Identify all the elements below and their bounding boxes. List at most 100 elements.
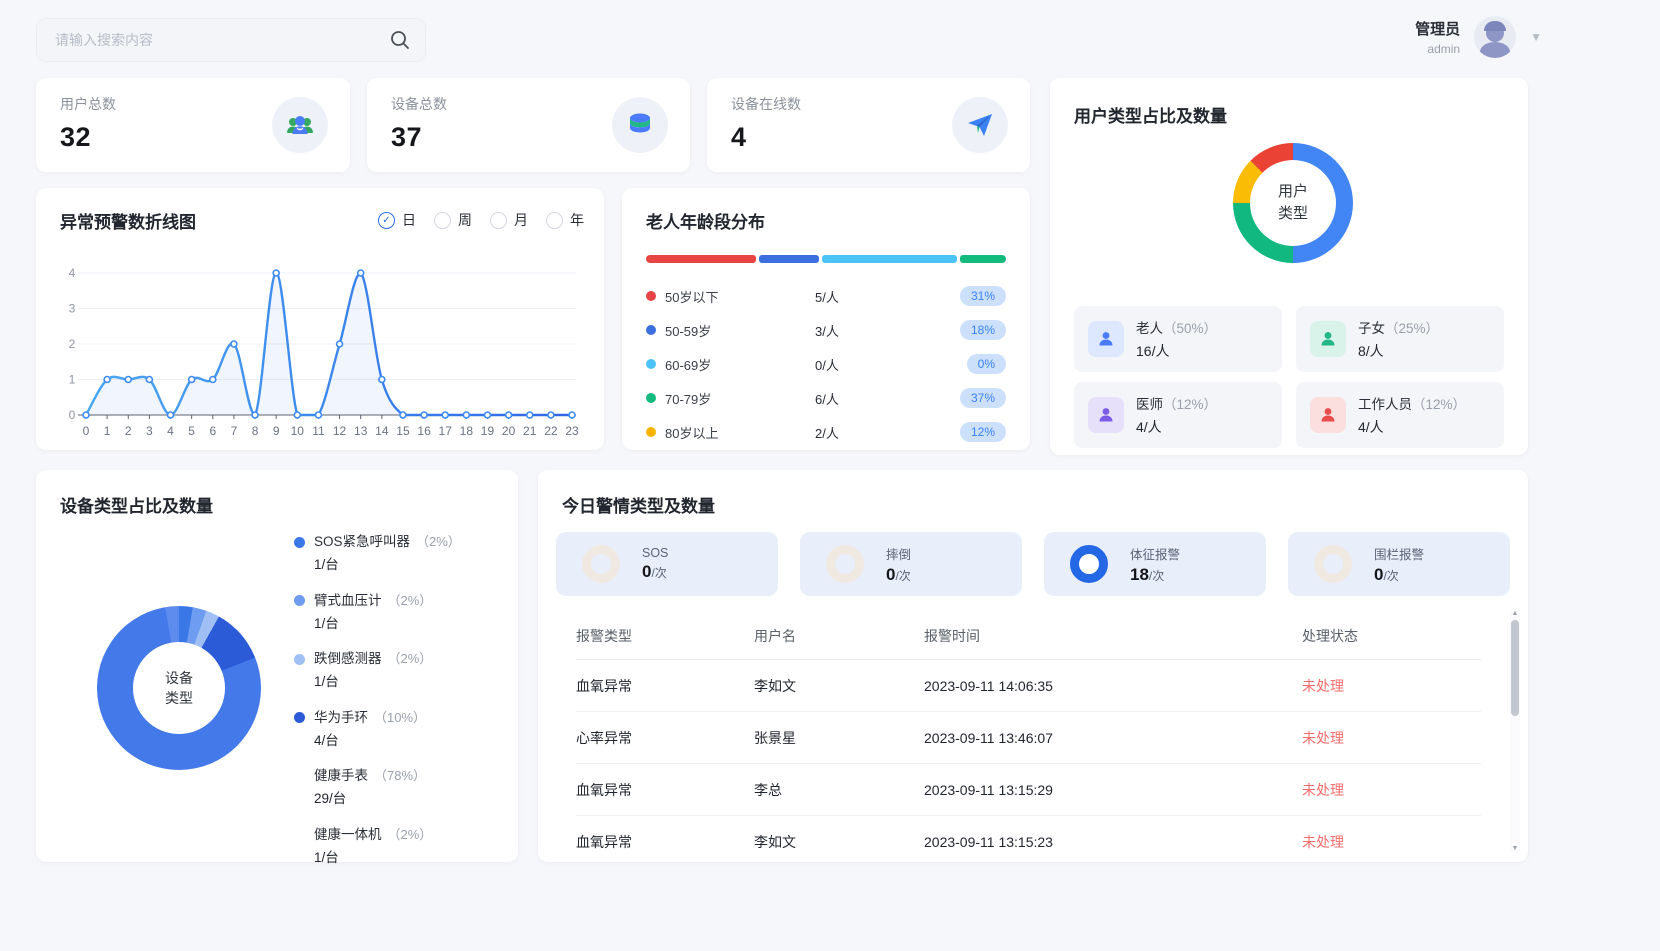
table-header-cell: 报警时间 <box>924 626 1302 646</box>
device-legend-label: 健康手表 <box>314 766 368 786</box>
legend-dot-icon <box>646 393 656 403</box>
dashboard: 管理员 admin ▼ 用户总数 32 设备总数 37 <box>0 0 1660 951</box>
age-bar-segment <box>960 255 1006 263</box>
radio-circle-icon <box>546 212 563 229</box>
radio-week[interactable]: 周 <box>434 210 472 230</box>
user-type-legend: 老人（50%） 16/人 子女（25%）8/人医师（12%） 4/人 工作人员（12%）… <box>1074 306 1504 448</box>
device-legend-line: 华为手环（10%） <box>294 708 461 728</box>
legend-dot-icon <box>646 291 656 301</box>
age-bar-segment <box>822 255 957 263</box>
user-legend-count: 16/人 <box>1136 341 1217 361</box>
user-legend-count: 4/人 <box>1136 417 1217 437</box>
age-count: 2/人 <box>815 423 925 442</box>
database-icon <box>624 109 656 141</box>
alarm-type-card[interactable]: 体征报警18/次 <box>1044 532 1266 596</box>
device-legend-percent: （2%） <box>388 649 433 669</box>
alarm-type-card[interactable]: 围栏报警0/次 <box>1288 532 1510 596</box>
alarm-type-value: 0/次 <box>886 565 911 585</box>
cell-status-badge: 未处理 <box>1302 728 1442 748</box>
radio-year[interactable]: 年 <box>546 210 584 230</box>
user-legend-label: 老人（50%） <box>1136 317 1217 337</box>
user-legend-item[interactable]: 医师（12%） 4/人 <box>1074 382 1282 448</box>
svg-text:11: 11 <box>312 424 325 438</box>
table-row[interactable]: 血氧异常李如文2023-09-11 14:06:35未处理 <box>576 660 1481 712</box>
cell-status-badge: 未处理 <box>1302 676 1442 696</box>
svg-text:0: 0 <box>83 424 90 438</box>
device-legend-percent: （10%） <box>374 708 426 728</box>
age-row: 80岁以上2/人12% <box>646 415 1006 449</box>
device-legend-item[interactable]: 跌倒感测器（2%）1/台 <box>294 649 461 693</box>
admin-role: 管理员 <box>1415 18 1460 39</box>
device-type-panel: 设备类型占比及数量 设备 类型 SOS紧急呼叫器（2%）1/台臂式血压计（2%）… <box>36 470 518 862</box>
alarm-chip-text: 摔倒 0/次 <box>886 544 911 585</box>
device-legend-item[interactable]: SOS紧急呼叫器（2%）1/台 <box>294 532 461 576</box>
device-legend-item[interactable]: 健康手表（78%）29/台 <box>294 766 461 810</box>
table-row[interactable]: 血氧异常李如文2023-09-11 13:15:23未处理 <box>576 816 1481 862</box>
svg-text:21: 21 <box>523 424 537 438</box>
radio-circle-icon <box>490 212 507 229</box>
svg-text:13: 13 <box>354 424 368 438</box>
user-legend-text: 工作人员（12%）4/人 <box>1358 393 1466 437</box>
device-legend-line: 健康一体机（2%） <box>294 825 461 845</box>
radio-checked-icon: ✓ <box>378 212 395 229</box>
age-percent-badge: 18% <box>960 320 1006 340</box>
donut-center-label: 类型 <box>1278 203 1308 225</box>
table-scrollbar[interactable]: ▲ ▼ <box>1510 608 1520 854</box>
device-legend-percent: （2%） <box>388 591 433 611</box>
device-legend-percent: （2%） <box>416 532 461 552</box>
users-icon <box>284 109 316 141</box>
scroll-down-icon[interactable]: ▼ <box>1510 845 1520 852</box>
device-legend-label: 健康一体机 <box>314 825 382 845</box>
scrollbar-thumb[interactable] <box>1511 620 1519 716</box>
search-icon[interactable] <box>389 29 411 51</box>
svg-text:18: 18 <box>460 424 474 438</box>
age-rows: 50岁以下5/人31%50-59岁3/人18%60-69岁0/人0%70-79岁… <box>646 279 1006 449</box>
device-legend-line: SOS紧急呼叫器 （2%） <box>294 532 461 552</box>
legend-dot-icon <box>294 712 305 723</box>
device-legend-line: 臂式血压计（2%） <box>294 591 461 611</box>
device-legend-label: SOS紧急呼叫器 <box>314 532 410 552</box>
user-legend-label: 医师（12%） <box>1136 393 1217 413</box>
device-legend-count: 29/台 <box>314 789 461 809</box>
alarm-type-card[interactable]: SOS0/次 <box>556 532 778 596</box>
svg-text:15: 15 <box>396 424 410 438</box>
avatar[interactable] <box>1474 16 1516 58</box>
alarm-type-card[interactable]: 摔倒 0/次 <box>800 532 1022 596</box>
user-legend-item[interactable]: 老人（50%） 16/人 <box>1074 306 1282 372</box>
device-legend-item[interactable]: 臂式血压计（2%） 1/台 <box>294 591 461 635</box>
today-alarm-panel: 今日警情类型及数量 SOS0/次摔倒0/次体征报警18/次围栏报警0/次 报警类… <box>538 470 1528 862</box>
table-row[interactable]: 血氧异常李总2023-09-11 13:15:29未处理 <box>576 764 1481 816</box>
svg-text:4: 4 <box>69 266 76 280</box>
radio-month[interactable]: 月 <box>490 210 528 230</box>
alarm-type-label: 摔倒 <box>886 544 911 563</box>
person-icon <box>1310 397 1346 433</box>
paper-plane-icon <box>964 109 996 141</box>
search-box <box>36 18 426 62</box>
device-legend-item[interactable]: 健康一体机（2%）1/台 <box>294 825 461 869</box>
alarm-chip-text: 围栏报警0/次 <box>1374 544 1424 585</box>
device-legend-count: 1/台 <box>314 614 461 634</box>
donut-center-label: 类型 <box>165 688 193 708</box>
svg-text:7: 7 <box>231 424 238 438</box>
radio-day[interactable]: ✓ 日 <box>378 210 416 230</box>
device-type-legend: SOS紧急呼叫器（2%）1/台臂式血压计（2%）1/台跌倒感测器（2%）1/台华… <box>294 532 461 868</box>
user-legend-item[interactable]: 子女（25%）8/人 <box>1296 306 1504 372</box>
admin-profile[interactable]: 管理员 admin ▼ <box>1415 16 1542 58</box>
device-legend-item[interactable]: 华为手环（10%）4/台 <box>294 708 461 752</box>
chevron-down-icon[interactable]: ▼ <box>1530 30 1542 44</box>
scroll-up-icon[interactable]: ▲ <box>1510 610 1520 617</box>
search-input[interactable] <box>55 32 389 48</box>
svg-text:20: 20 <box>502 424 516 438</box>
alarm-table: 报警类型用户名报警时间处理状态血氧异常李如文2023-09-11 14:06:3… <box>576 612 1481 862</box>
svg-text:6: 6 <box>209 424 216 438</box>
table-header-cell: 报警类型 <box>576 626 754 646</box>
age-percent-badge: 0% <box>967 354 1006 374</box>
age-bar-segment <box>646 255 756 263</box>
user-legend-item[interactable]: 工作人员（12%）4/人 <box>1296 382 1504 448</box>
table-row[interactable]: 心率异常张景星2023-09-11 13:46:07未处理 <box>576 712 1481 764</box>
cell-alarm-time: 2023-09-11 13:15:29 <box>924 782 1302 798</box>
svg-text:5: 5 <box>188 424 195 438</box>
age-row: 50岁以下5/人31% <box>646 279 1006 313</box>
panel-title: 设备类型占比及数量 <box>60 492 494 517</box>
stat-card-online: 设备在线数 4 <box>707 78 1030 172</box>
